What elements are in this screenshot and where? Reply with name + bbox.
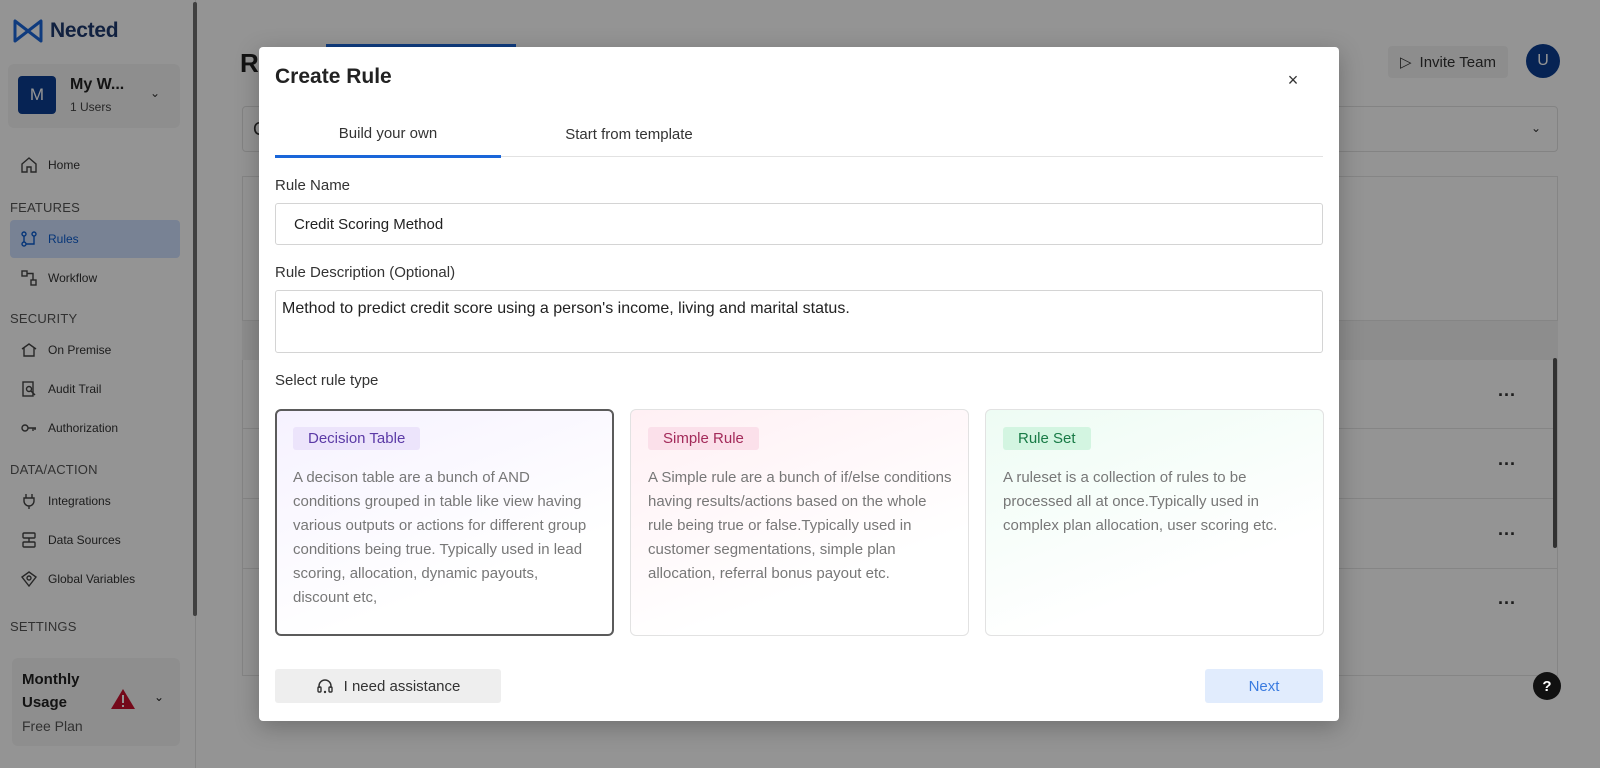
rule-type-name: Rule Set (1003, 427, 1091, 450)
close-icon[interactable]: × (1282, 69, 1304, 91)
rule-type-description: A decison table are a bunch of AND condi… (293, 469, 587, 606)
tab-start-from-template[interactable]: Start from template (501, 111, 757, 157)
rule-type-description: A ruleset is a collection of rules to be… (1003, 469, 1278, 534)
rule-type-description: A Simple rule are a bunch of if/else con… (648, 469, 952, 582)
rule-name-input[interactable] (275, 203, 1323, 245)
rule-type-name: Decision Table (293, 427, 421, 450)
create-rule-modal: Create Rule × Build your own Start from … (259, 47, 1339, 721)
modal-tabs: Build your own Start from template (275, 111, 1323, 158)
headset-icon (316, 679, 333, 694)
need-assistance-button[interactable]: I need assistance (275, 669, 501, 703)
next-button[interactable]: Next (1205, 669, 1323, 703)
tab-build-your-own[interactable]: Build your own (275, 111, 501, 158)
rule-type-card-decision-table[interactable]: Decision Table A decison table are a bun… (275, 409, 614, 636)
need-assistance-label: I need assistance (343, 677, 461, 695)
rule-type-card-simple-rule[interactable]: Simple Rule A Simple rule are a bunch of… (630, 409, 969, 636)
rule-name-label: Rule Name (275, 177, 351, 194)
rule-type-card-rule-set[interactable]: Rule Set A ruleset is a collection of ru… (985, 409, 1324, 636)
help-button[interactable]: ? (1533, 672, 1561, 700)
select-rule-type-label: Select rule type (275, 372, 379, 389)
modal-title: Create Rule (275, 65, 392, 88)
rule-type-name: Simple Rule (648, 427, 759, 450)
rule-description-input[interactable]: Method to predict credit score using a p… (275, 290, 1323, 353)
rule-description-label: Rule Description (Optional) (275, 264, 456, 281)
